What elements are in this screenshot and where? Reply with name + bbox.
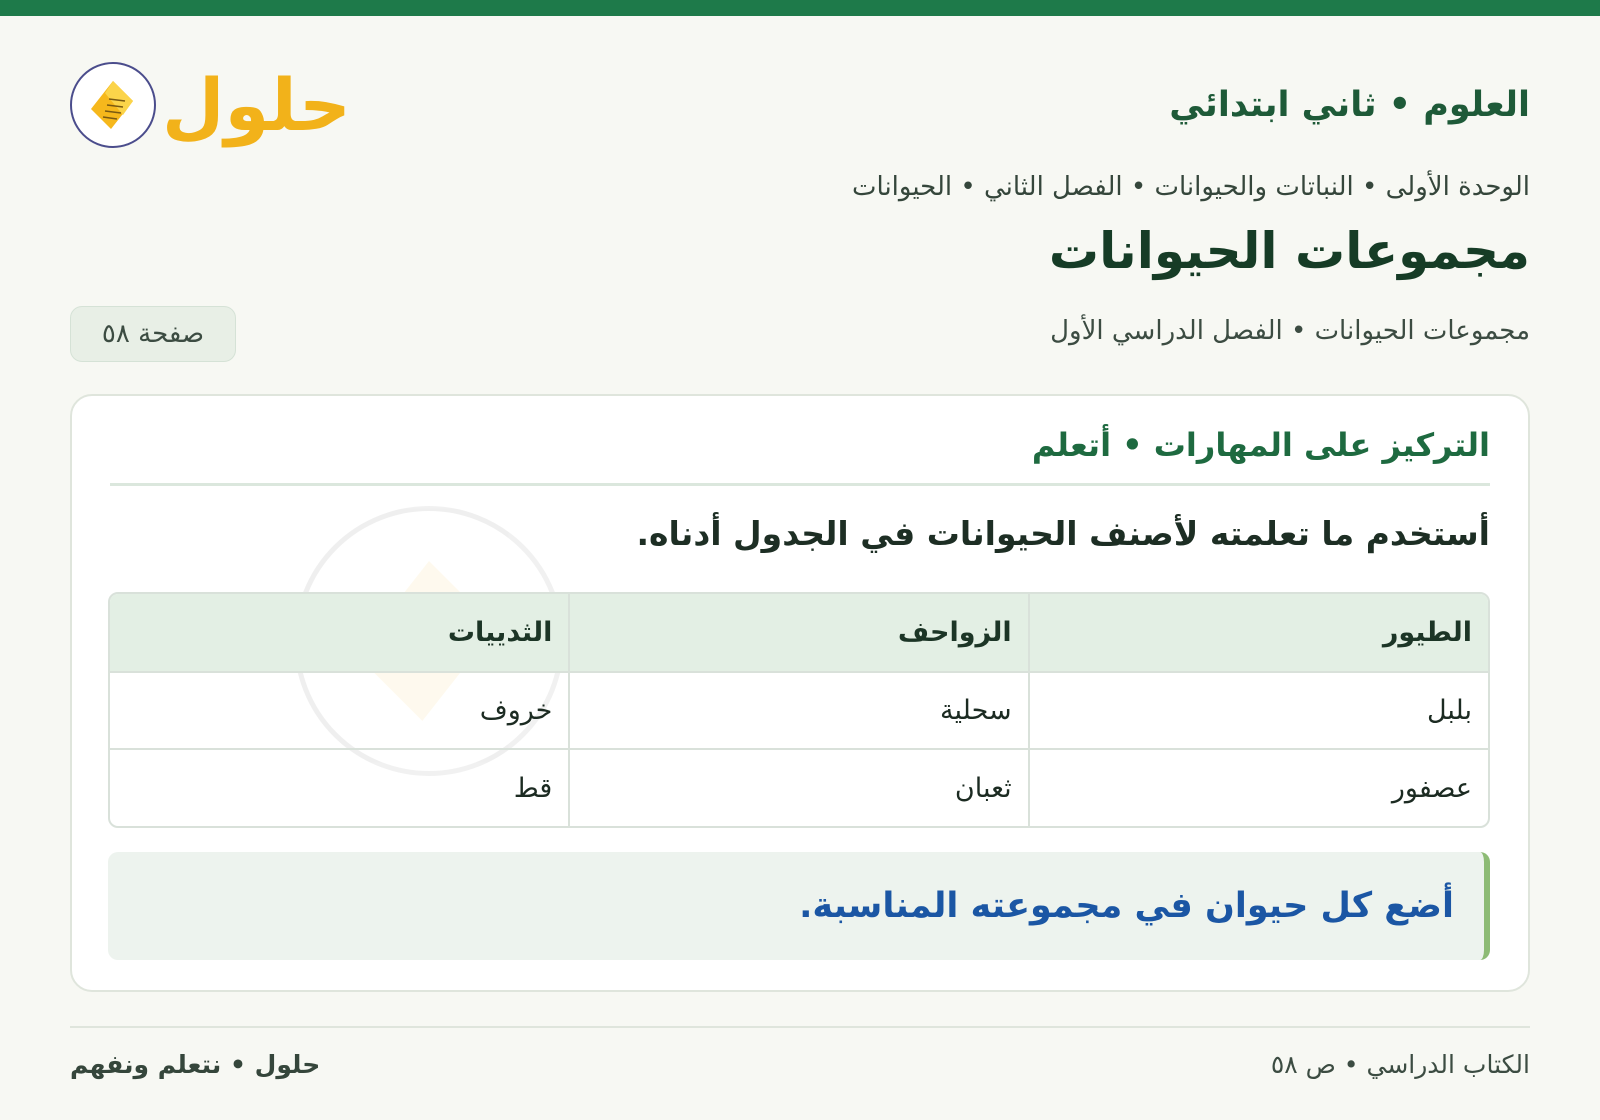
top-accent-bar bbox=[0, 0, 1600, 16]
table-cell: ثعبان bbox=[568, 748, 1029, 826]
column-header-mammals: الثدييات bbox=[110, 594, 570, 672]
page-title: مجموعات الحيوانات bbox=[1048, 222, 1530, 280]
column-header-birds: الطيور bbox=[1027, 594, 1488, 672]
table-cell: قط bbox=[110, 748, 570, 826]
book-icon bbox=[70, 62, 156, 148]
logo-wordmark: حلول bbox=[162, 63, 351, 147]
table-cell: بلبل bbox=[1027, 671, 1488, 749]
lesson-card: التركيز على المهارات • أتعلم أستخدم ما ت… bbox=[70, 394, 1530, 992]
page-header: العلوم • ثاني ابتدائي حلول bbox=[70, 50, 1530, 160]
instruction-callout: أضع كل حيوان في مجموعته المناسبة. bbox=[108, 852, 1490, 960]
subject-title: العلوم • ثاني ابتدائي bbox=[1169, 85, 1530, 125]
table-row: عصفور ثعبان قط bbox=[110, 748, 1488, 826]
table-cell: سحلية bbox=[568, 671, 1029, 749]
table-cell: خروف bbox=[110, 671, 570, 749]
classification-table: الطيور الزواحف الثدييات بلبل سحلية خروف … bbox=[108, 592, 1490, 828]
section-title: التركيز على المهارات • أتعلم bbox=[110, 426, 1490, 486]
page-subtitle: مجموعات الحيوانات • الفصل الدراسي الأول bbox=[1050, 316, 1530, 346]
footer-book-reference: الكتاب الدراسي • ص ٥٨ bbox=[1270, 1050, 1530, 1079]
table-header-row: الطيور الزواحف الثدييات bbox=[110, 594, 1488, 672]
column-header-reptiles: الزواحف bbox=[568, 594, 1029, 672]
page-number-badge: صفحة ٥٨ bbox=[70, 306, 236, 362]
hulul-logo[interactable]: حلول bbox=[70, 62, 351, 148]
footer-brand: حلول • نتعلم ونفهم bbox=[70, 1050, 321, 1079]
breadcrumb: الوحدة الأولى • النباتات والحيوانات • ال… bbox=[852, 172, 1530, 202]
footer-divider bbox=[70, 1026, 1530, 1028]
table-cell: عصفور bbox=[1027, 748, 1488, 826]
instruction-text: أستخدم ما تعلمته لأصنف الحيوانات في الجد… bbox=[636, 514, 1490, 553]
table-row: بلبل سحلية خروف bbox=[110, 671, 1488, 749]
